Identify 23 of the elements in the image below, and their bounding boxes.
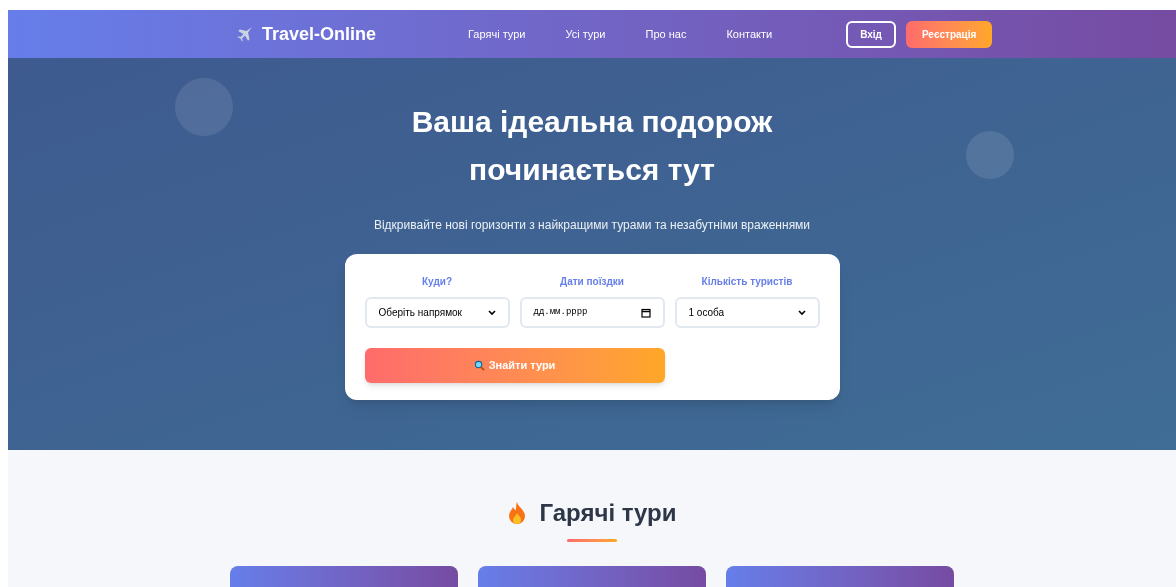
nav-link[interactable]: Про нас	[645, 25, 687, 43]
hero-title-line: Ваша ідеальна подорож	[411, 104, 773, 140]
nav-link[interactable]: Гарячі тури	[468, 25, 526, 43]
chevron-down-icon	[487, 309, 496, 316]
brand-logo-link[interactable]: Travel-Online	[262, 20, 377, 48]
nav-link[interactable]: Усі тури	[565, 25, 606, 43]
nav-link[interactable]: Контакти	[726, 25, 773, 43]
calendar-icon	[640, 307, 651, 318]
field-label: Дати поїздки	[559, 275, 625, 289]
dropdown-field[interactable]: 1 особа	[674, 297, 820, 328]
airplane-icon	[236, 25, 254, 43]
magnifier-icon	[473, 360, 485, 371]
section-heading: Гарячі тури	[539, 498, 677, 528]
dropdown-field[interactable]: Оберіть напрямок	[364, 297, 510, 328]
heading-underline	[567, 539, 617, 542]
chevron-down-icon	[797, 309, 806, 316]
login-button[interactable]: Вхід	[846, 20, 896, 48]
field-label: Кількість туристів	[700, 275, 794, 289]
date-field[interactable]: дд.мм.рррр	[519, 297, 665, 328]
hero-subtitle: Відкривайте нові горизонти з найкращими турами та незабутніми враженнями	[373, 217, 811, 234]
flame-icon	[507, 501, 528, 525]
hero-title-line: починається тут	[468, 152, 716, 188]
field-label: Куди?	[421, 275, 453, 289]
